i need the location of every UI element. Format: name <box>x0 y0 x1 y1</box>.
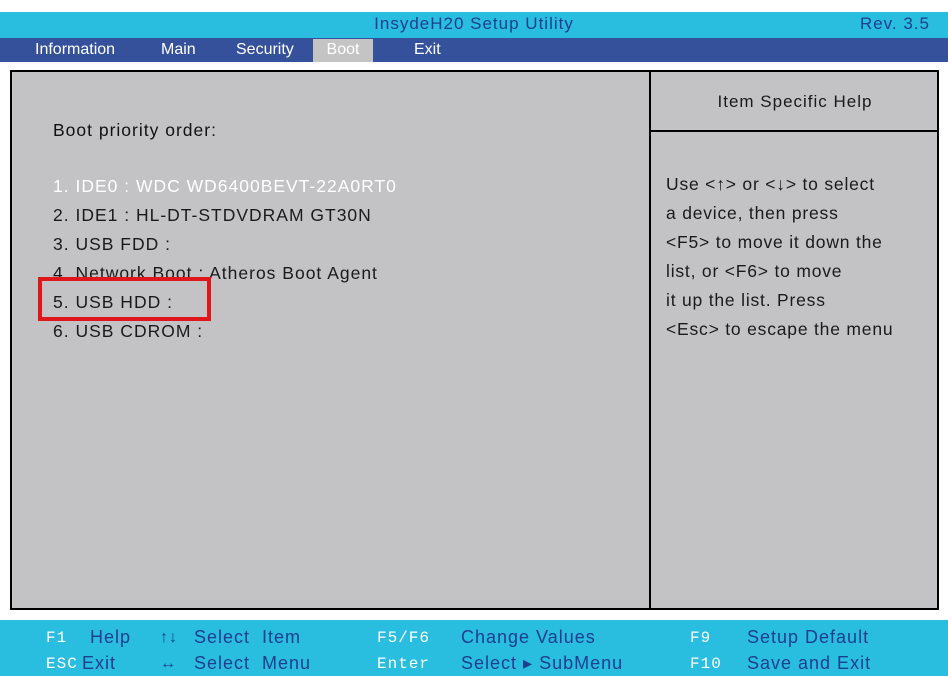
tab-exit[interactable]: Exit <box>411 39 444 62</box>
boot-item-usb-cdrom[interactable]: 6. USB CDROM : <box>53 321 203 342</box>
boot-item-usb-fdd[interactable]: 3. USB FDD : <box>53 234 171 255</box>
esc-key: ESC <box>46 655 78 673</box>
help-title: Item Specific Help <box>717 92 873 111</box>
select-item-desc: Select Item <box>194 627 302 647</box>
f10-key: F10 <box>690 655 722 673</box>
help-line: it up the list. Press <box>666 290 826 310</box>
enter-key: Enter <box>377 655 431 673</box>
panel-divider <box>649 72 651 608</box>
help-line: <Esc> to escape the menu <box>666 319 894 339</box>
up-down-arrows-icon: ↑↓ <box>160 629 178 646</box>
tab-information[interactable]: Information <box>32 39 118 62</box>
f5-f6-key: F5/F6 <box>377 629 431 647</box>
footer-keys: F1 Help ↑↓ Select Item F5/F6 Change Valu… <box>0 620 948 676</box>
window-title: InsydeH20 Setup Utility <box>374 14 574 33</box>
exit-desc: Exit <box>82 653 117 673</box>
boot-item-ide1[interactable]: 2. IDE1 : HL-DT-STDVDRAM GT30N <box>53 205 372 226</box>
revision-label: Rev. 3.5 <box>859 14 930 33</box>
change-values-desc: Change Values <box>461 627 596 647</box>
select-menu-desc: Select Menu <box>194 653 312 673</box>
help-line: a device, then press <box>666 203 839 223</box>
tab-security[interactable]: Security <box>233 39 297 62</box>
setup-default-desc: Setup Default <box>747 627 870 647</box>
highlight-box <box>38 277 211 321</box>
menu-bar: Information Main Security Boot Exit <box>0 38 948 62</box>
f1-key: F1 <box>46 629 68 647</box>
left-right-arrows-icon: ↔ <box>160 655 177 672</box>
help-line: Use <↑> or <↓> to select <box>666 174 875 194</box>
boot-priority-heading: Boot priority order: <box>53 120 217 140</box>
title-bar: InsydeH20 Setup Utility Rev. 3.5 <box>0 12 948 38</box>
help-desc: Help <box>90 627 132 647</box>
boot-item-ide0[interactable]: 1. IDE0 : WDC WD6400BEVT-22A0RT0 <box>53 176 397 197</box>
select-submenu-desc: Select ▸ SubMenu <box>461 653 624 673</box>
main-panel: Boot priority order: 1. IDE0 : WDC WD640… <box>10 70 939 610</box>
tab-main[interactable]: Main <box>158 39 199 62</box>
help-divider <box>651 130 939 132</box>
help-line: <F5> to move it down the <box>666 232 883 252</box>
f9-key: F9 <box>690 629 712 647</box>
save-and-exit-desc: Save and Exit <box>747 653 872 673</box>
help-line: list, or <F6> to move <box>666 261 843 281</box>
tab-boot[interactable]: Boot <box>313 39 373 62</box>
